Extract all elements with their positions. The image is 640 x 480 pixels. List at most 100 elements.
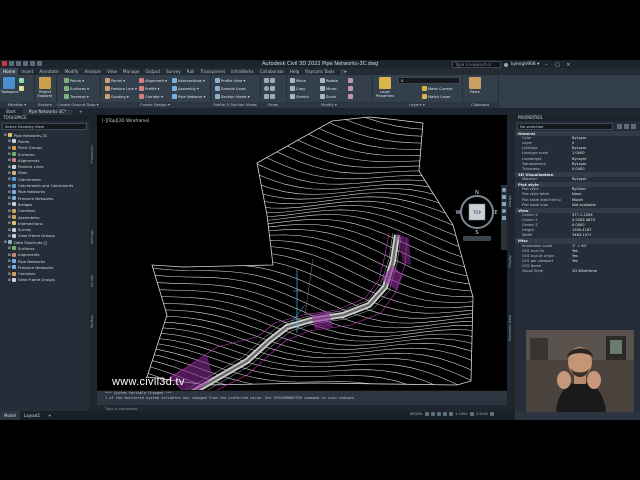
- toolbox-tab[interactable]: Toolbox: [90, 315, 96, 328]
- property-row[interactable]: Plot table type Not available: [515, 203, 640, 208]
- customize-icon[interactable]: [490, 412, 495, 416]
- expand-icon[interactable]: ⊞: [8, 190, 11, 194]
- selection-dropdown[interactable]: No selection: [517, 123, 613, 130]
- user-account-menu[interactable]: kyleigh908 ▾: [511, 62, 539, 67]
- viewcube-south[interactable]: S: [475, 230, 478, 236]
- ribbon-command[interactable]: Rotate: [320, 77, 338, 84]
- user-icon[interactable]: [504, 62, 508, 67]
- workspace-icon[interactable]: [469, 412, 474, 416]
- property-value[interactable]: Not available: [572, 203, 640, 208]
- ribbon-tab[interactable]: Rail: [184, 68, 198, 75]
- expand-icon[interactable]: ⊞: [8, 152, 11, 156]
- new-icon[interactable]: [9, 61, 14, 66]
- ribbon-tab[interactable]: □▾: [338, 68, 350, 75]
- layer-properties-button[interactable]: Layer Properties: [375, 77, 395, 98]
- property-value[interactable]: 0.0000: [572, 167, 640, 172]
- palette-icon[interactable]: [19, 77, 24, 84]
- expand-icon[interactable]: ⊞: [8, 139, 11, 143]
- ribbon-command[interactable]: Feature Line ▾: [105, 85, 137, 92]
- expand-icon[interactable]: ⊞: [8, 246, 11, 250]
- ribbon-tab[interactable]: Survey: [163, 68, 184, 75]
- expand-icon[interactable]: ⊞: [8, 177, 11, 181]
- ribbon-command[interactable]: Alignment ▾: [139, 77, 167, 84]
- expand-icon[interactable]: ⊞: [8, 209, 11, 213]
- ribbon-tab[interactable]: Manage: [120, 68, 143, 75]
- expand-icon[interactable]: ⊞: [8, 272, 11, 276]
- ribbon-tab[interactable]: Modify: [62, 68, 82, 75]
- redo-icon[interactable]: [37, 61, 42, 66]
- polar-icon[interactable]: [442, 412, 447, 416]
- expand-icon[interactable]: ⊞: [8, 158, 11, 162]
- open-icon[interactable]: [16, 61, 21, 66]
- ribbon-tab[interactable]: Output: [143, 68, 164, 75]
- grid-icon[interactable]: [424, 412, 429, 416]
- add-layout-tab[interactable]: +: [44, 411, 55, 420]
- property-row[interactable]: Visual Style 2D Wireframe: [515, 269, 640, 274]
- expand-icon[interactable]: ⊞: [8, 202, 11, 206]
- ribbon-command[interactable]: Intersections ▾: [172, 77, 205, 84]
- orbit-icon[interactable]: [502, 209, 506, 213]
- expand-icon[interactable]: ⊞: [8, 234, 11, 238]
- array-icon[interactable]: [348, 93, 353, 100]
- expand-icon[interactable]: ⊞: [4, 240, 7, 244]
- ribbon-command[interactable]: Pipe Network ▾: [172, 93, 205, 100]
- ribbon-tab[interactable]: Home: [0, 68, 19, 75]
- trim-icon[interactable]: [348, 77, 353, 84]
- ribbon-command[interactable]: Match Layer: [422, 93, 453, 100]
- full-navigation-wheel-icon[interactable]: [502, 188, 506, 192]
- zoom-icon[interactable]: [502, 202, 506, 206]
- wcs-menu[interactable]: [463, 236, 491, 241]
- viewcube-top-label[interactable]: TOP: [472, 210, 482, 215]
- expand-icon[interactable]: ⊞: [8, 259, 11, 263]
- expand-icon[interactable]: ⊞: [8, 165, 11, 169]
- fillet-icon[interactable]: [348, 85, 353, 92]
- ribbon-command[interactable]: Points ▾: [64, 77, 89, 84]
- annotation-scale[interactable]: 1:1000: [455, 412, 468, 416]
- paste-button[interactable]: Paste: [467, 77, 483, 94]
- ribbon-tab[interactable]: InfraWorks: [228, 68, 256, 75]
- properties-icon[interactable]: [19, 85, 24, 92]
- ribbon-command[interactable]: Grading ▾: [105, 93, 137, 100]
- ribbon-command[interactable]: Corridor ▾: [139, 93, 167, 100]
- pan-icon[interactable]: [502, 195, 506, 199]
- property-value[interactable]: ByLayer: [572, 177, 640, 182]
- expand-icon[interactable]: ⊞: [8, 221, 11, 225]
- ribbon-tab[interactable]: Transparent: [197, 68, 228, 75]
- close-icon[interactable]: ×: [564, 62, 572, 68]
- ribbon-command[interactable]: Surfaces ▾: [64, 85, 89, 92]
- app-menu-icon[interactable]: [2, 61, 7, 66]
- ribbon-command[interactable]: Profile ▾: [139, 85, 167, 92]
- osnap-icon[interactable]: [448, 412, 453, 416]
- ribbon-command[interactable]: Section Views ▾: [215, 93, 250, 100]
- property-row[interactable]: Width 3463.1471: [515, 233, 640, 238]
- extended-data-tab[interactable]: Extended Data: [508, 315, 514, 341]
- viewcube-east[interactable]: E: [494, 210, 497, 216]
- ribbon-command[interactable]: Sample Lines: [215, 85, 250, 92]
- expand-icon[interactable]: ⊞: [8, 146, 11, 150]
- property-value[interactable]: 3463.1471: [572, 233, 640, 238]
- project-explorer-button[interactable]: Project Explorer: [37, 77, 53, 98]
- ribbon-tab[interactable]: Analyze: [81, 68, 104, 75]
- expand-icon[interactable]: ⊞: [8, 228, 11, 232]
- viewcube-north[interactable]: N: [475, 190, 479, 196]
- ribbon-command[interactable]: Mirror: [320, 85, 338, 92]
- undo-icon[interactable]: [30, 61, 35, 66]
- ortho-icon[interactable]: [436, 412, 441, 416]
- ribbon-command[interactable]: Copy: [290, 85, 309, 92]
- ribbon-command[interactable]: Parcel ▾: [105, 77, 137, 84]
- ribbon-tab[interactable]: Annotate: [36, 68, 61, 75]
- toolspace-view-dropdown[interactable]: Active Drawing View: [2, 123, 87, 130]
- layer-dropdown[interactable]: 0: [398, 77, 460, 84]
- quick-select-icon[interactable]: [631, 123, 636, 129]
- tree-item[interactable]: ⊞ View Frame Groups: [2, 277, 89, 283]
- line-icon[interactable]: [264, 77, 275, 84]
- rectangle-icon[interactable]: [264, 93, 275, 100]
- maximize-icon[interactable]: □: [553, 62, 561, 68]
- prospector-tab[interactable]: Prospector: [90, 145, 96, 164]
- snap-icon[interactable]: [430, 412, 435, 416]
- showmotion-icon[interactable]: [502, 216, 506, 220]
- viewcube[interactable]: TOP N S E W: [455, 188, 499, 242]
- ribbon-tab[interactable]: Help: [287, 68, 303, 75]
- layout1-tab[interactable]: Layout1: [20, 411, 44, 420]
- ribbon-tab[interactable]: View: [104, 68, 120, 75]
